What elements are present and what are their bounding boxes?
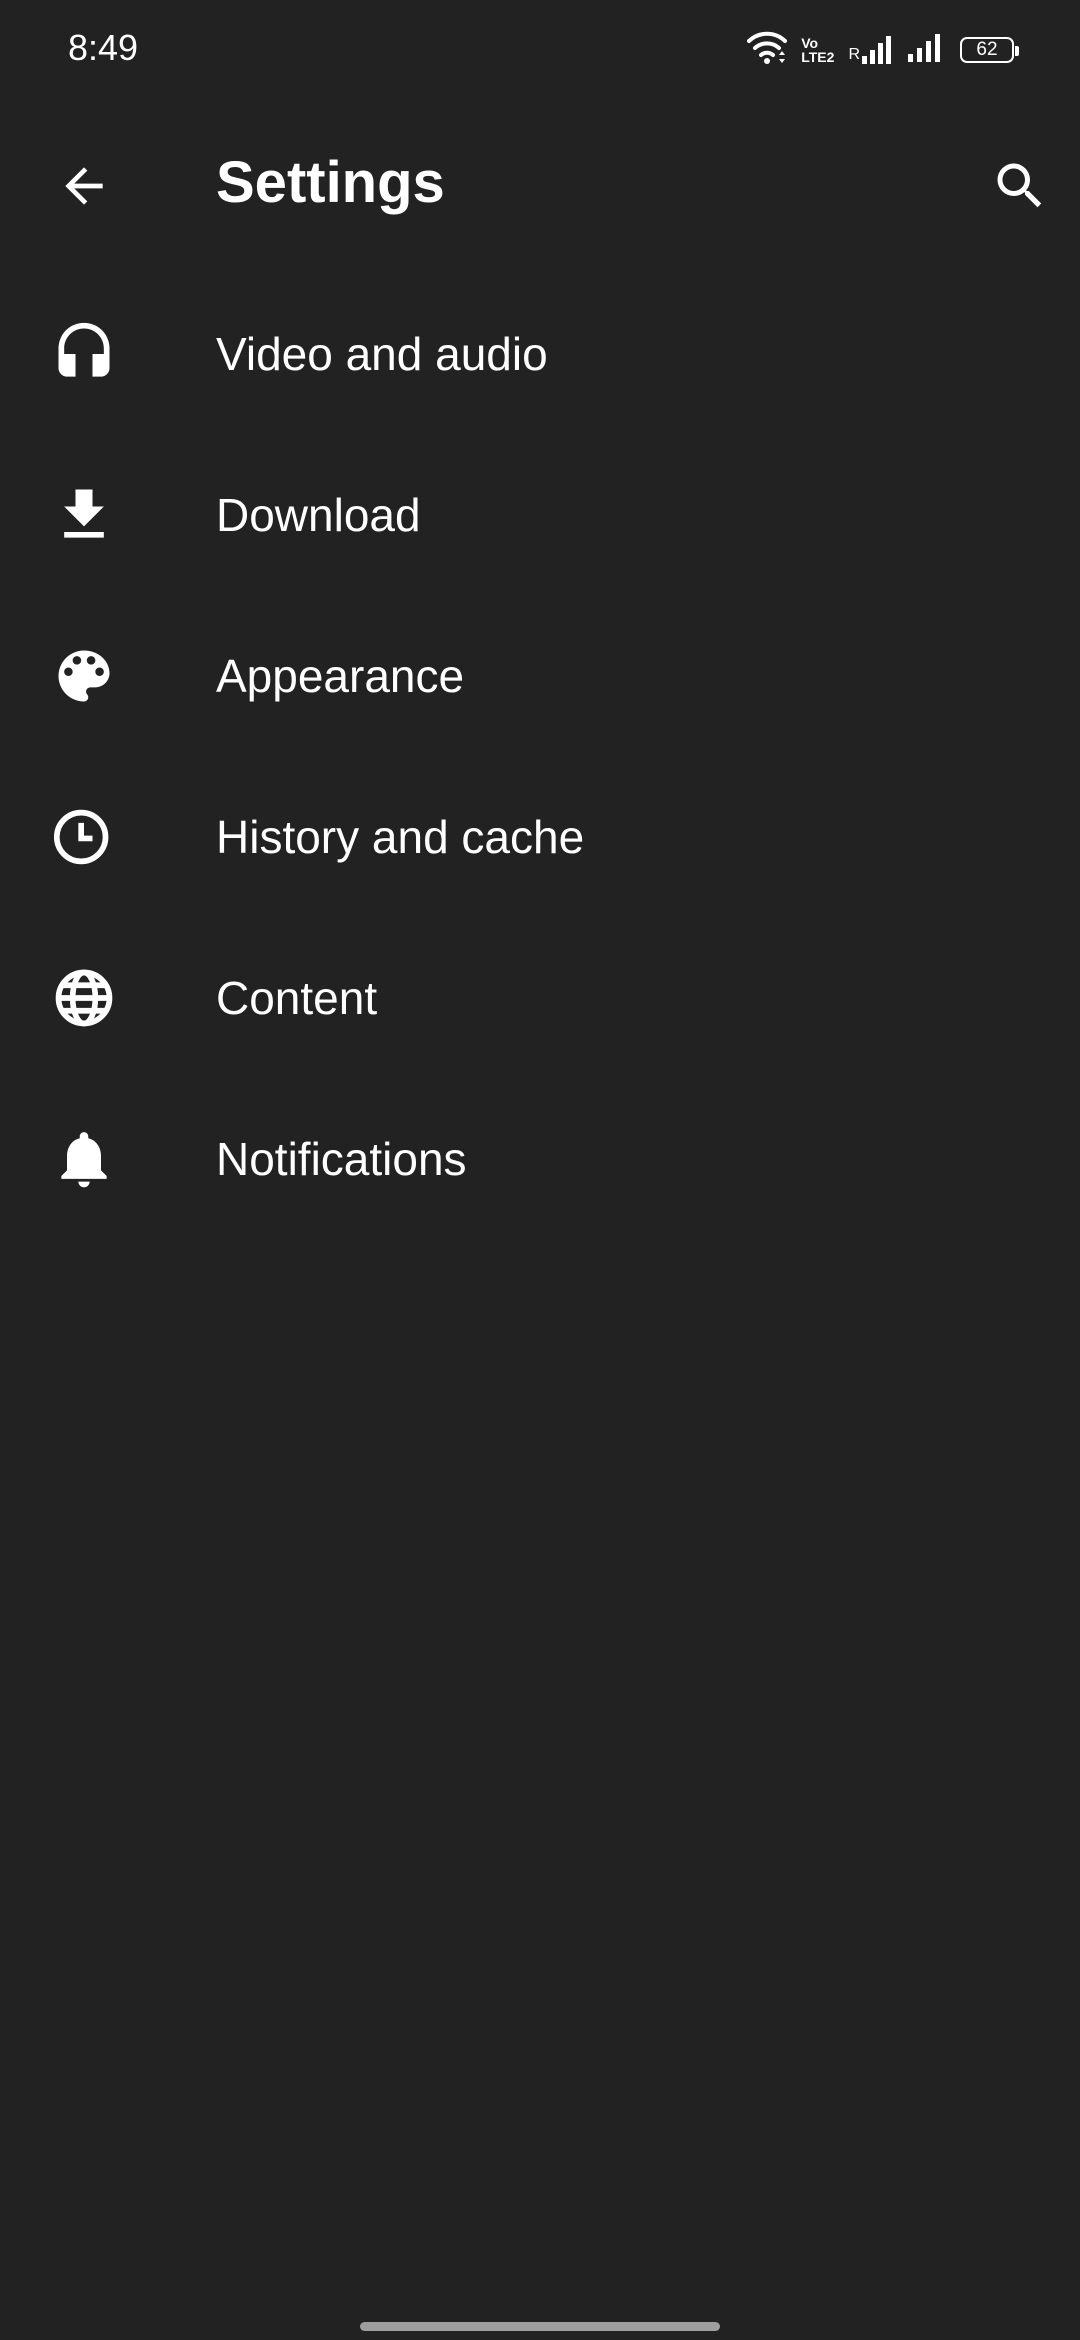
toolbar: Settings [0,120,1080,244]
settings-item-label: Video and audio [216,327,548,380]
battery-icon: 62 [960,37,1019,63]
globe-icon [44,958,124,1038]
gesture-bar[interactable] [360,2322,720,2331]
wifi-icon [747,31,788,70]
search-button[interactable] [980,148,1060,228]
status-bar: 8:49 Vo LTE2 R 62 [0,0,1080,100]
bell-icon [44,1119,124,1199]
settings-list: Video and audio Download Appearance Hist… [0,273,1080,1239]
battery-level: 62 [976,39,998,60]
arrow-back-icon [56,158,112,219]
settings-item-content[interactable]: Content [0,917,1080,1078]
history-icon [44,797,124,877]
settings-item-label: Notifications [216,1132,467,1185]
palette-icon [44,636,124,716]
volte-icon: Vo LTE2 [801,36,834,64]
volte-bottom-label: LTE2 [801,49,835,65]
settings-item-history-and-cache[interactable]: History and cache [0,756,1080,917]
settings-item-label: Content [216,971,378,1024]
settings-item-download[interactable]: Download [0,434,1080,595]
headphones-icon [44,314,124,394]
back-button[interactable] [44,148,124,228]
page-title: Settings [216,150,445,215]
status-time: 8:49 [68,27,139,68]
settings-item-notifications[interactable]: Notifications [0,1078,1080,1239]
signal-icon: R [848,34,892,66]
settings-item-video-and-audio[interactable]: Video and audio [0,273,1080,434]
settings-item-appearance[interactable]: Appearance [0,595,1080,756]
search-icon [990,156,1050,221]
settings-item-label: Appearance [216,649,465,702]
signal-icon [906,32,946,69]
volte-top-label: Vo [801,35,819,51]
settings-item-label: Download [216,488,421,541]
download-icon [44,475,124,555]
status-icons: Vo LTE2 R 62 [747,28,1019,72]
settings-item-label: History and cache [216,810,585,863]
